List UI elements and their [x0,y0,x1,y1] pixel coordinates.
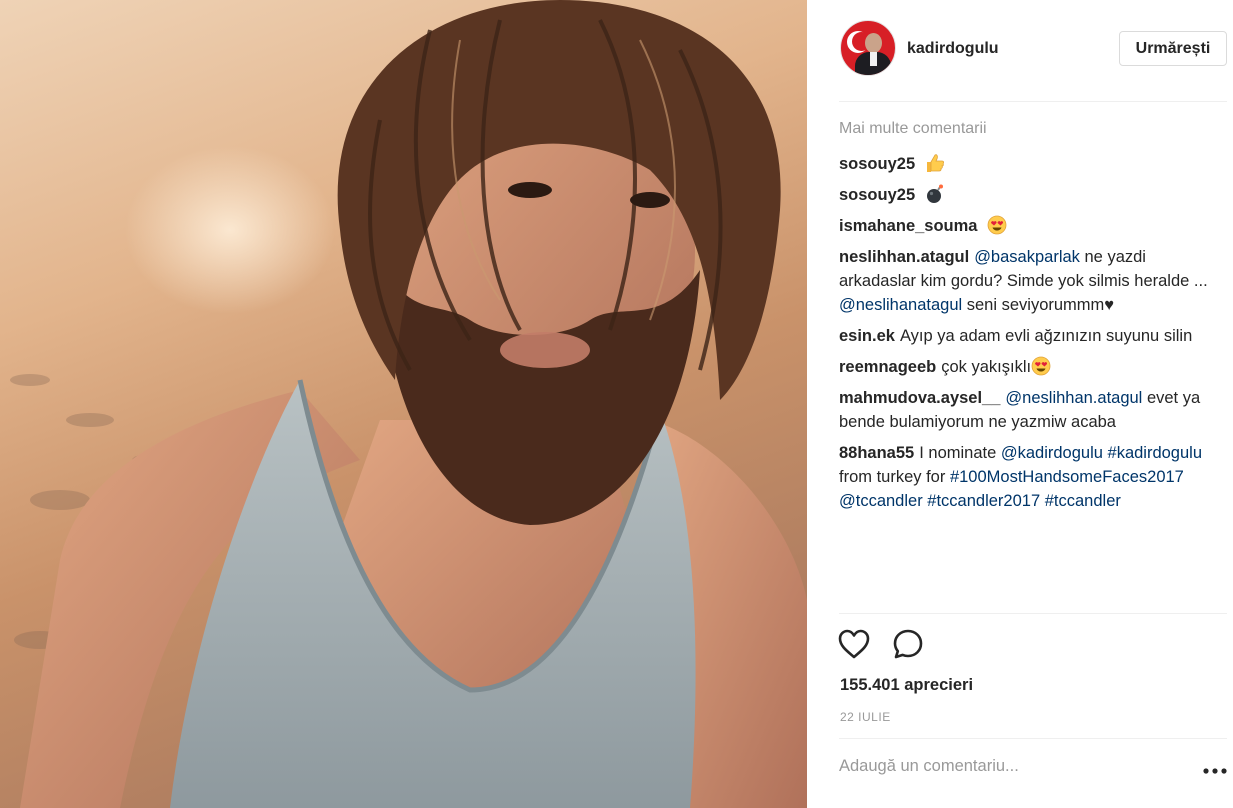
hashtag-link[interactable]: #100MostHandsomeFaces2017 [950,468,1184,486]
add-comment-input[interactable] [839,757,1179,776]
bomb-icon [926,184,943,203]
hashtag-link[interactable]: #tccandler [1045,492,1121,510]
list-item: ismahane_souma [839,214,1227,238]
comment-username[interactable]: sosouy25 [839,155,915,173]
mention-link[interactable]: @basakparlak [974,248,1080,266]
comment-icon[interactable] [892,628,924,660]
comment-username[interactable]: reemnageeb [839,358,936,376]
hashtag-link[interactable]: #kadirdogulu [1108,444,1203,462]
list-item: 88hana55 I nominate @kadirdogulu #kadirdo… [839,441,1227,513]
comment-box-divider [839,738,1227,739]
post-photo[interactable] [0,0,807,808]
comment-text: Ayıp ya adam evli ağzınızın suyunu silin [899,327,1193,345]
mention-link[interactable]: @neslihanatagul [839,296,962,314]
comment-username[interactable]: 88hana55 [839,444,914,462]
likes-count[interactable]: 155.401 aprecieri [840,676,973,695]
avatar[interactable] [840,20,896,76]
mention-link[interactable]: @kadirdogulu [1001,444,1103,462]
more-options-icon[interactable] [1203,767,1227,775]
list-item: mahmudova.aysel__ @neslihhan.atagul evet … [839,386,1227,434]
comment-username[interactable]: sosouy25 [839,186,915,204]
mention-link[interactable]: @neslihhan.atagul [1005,389,1142,407]
author-username[interactable]: kadirdogulu [907,40,999,58]
list-item: reemnageeb çok yakışıklı [839,355,1227,379]
comment-text: çok yakışıklı [941,358,1032,376]
comment-text: from turkey for [839,468,950,486]
comment-username[interactable]: ismahane_souma [839,217,977,235]
mention-link[interactable]: @tccandler [839,492,923,510]
comment-username[interactable]: mahmudova.aysel__ [839,389,1000,407]
heart-eyes-icon [987,215,1007,235]
list-item: esin.ek Ayıp ya adam evli ağzınızın suyun… [839,324,1227,348]
post-photo-illustration [10,0,807,808]
post-date[interactable]: 22 IULIE [840,710,891,724]
hashtag-link[interactable]: #tccandler2017 [927,492,1040,510]
post-header: kadirdogulu Urmărești [807,0,1233,101]
list-item: sosouy25 [839,183,1227,207]
heart-eyes-icon [1031,356,1051,376]
load-more-comments[interactable]: Mai multe comentarii [839,120,1227,138]
post-actions: 155.401 aprecieri 22 IULIE [807,614,1233,724]
thumbs-up-icon [926,154,944,172]
comments-list[interactable]: Mai multe comentarii sosouy25 sosouy25 i… [839,120,1227,613]
following-button[interactable]: Urmărești [1119,31,1227,66]
list-item: sosouy25 [839,152,1227,176]
comment-username[interactable]: neslihhan.atagul [839,248,969,266]
comment-text: I nominate [919,444,1001,462]
post-sidebar: kadirdogulu Urmărești Mai multe comentar… [807,0,1233,808]
heart-icon[interactable] [837,628,871,660]
header-divider [839,101,1227,102]
comment-text: seni seviyorummm♥ [962,296,1115,314]
comment-username[interactable]: esin.ek [839,327,895,345]
list-item: neslihhan.atagul @basakparlak ne yazdi ar… [839,245,1227,317]
